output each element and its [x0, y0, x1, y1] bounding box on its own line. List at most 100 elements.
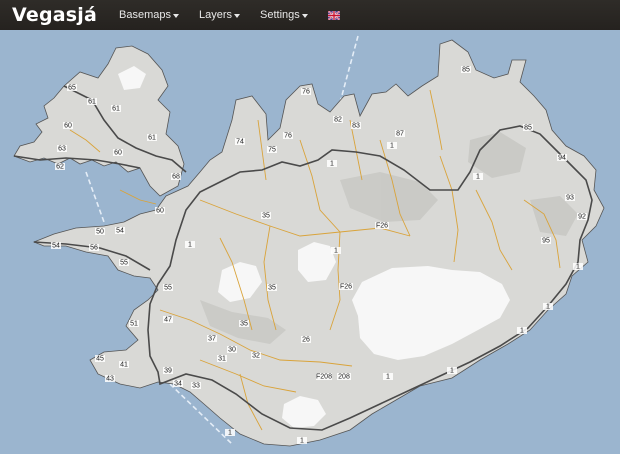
road-label-text: 33: [192, 383, 200, 390]
road-label: 31: [217, 355, 227, 363]
road-label: 60: [155, 207, 165, 215]
road-label-text: 1: [228, 430, 232, 437]
road-label-text: 63: [58, 146, 66, 153]
road-label: 68: [171, 173, 181, 181]
road-label-text: 31: [218, 356, 226, 363]
road-label: 1: [185, 241, 195, 249]
road-label-text: 32: [252, 353, 260, 360]
road-label-text: 82: [334, 117, 342, 124]
road-label: 82: [333, 116, 343, 124]
road-label: 1: [297, 437, 307, 445]
layers-menu[interactable]: Layers: [199, 9, 241, 21]
road-label: 83: [351, 122, 361, 130]
road-label-text: 95: [542, 238, 550, 245]
road-label-text: 62: [56, 164, 64, 171]
road-label: 35: [267, 284, 277, 292]
road-label-text: F208: [316, 374, 332, 381]
basemaps-menu[interactable]: Basemaps: [119, 9, 180, 21]
road-label: 61: [87, 98, 97, 106]
road-label: 55: [119, 259, 129, 267]
road-label: 45: [95, 355, 105, 363]
road-label-text: 35: [262, 213, 270, 220]
road-label: 35: [261, 212, 271, 220]
map-canvas[interactable]: 65 61 61 61 63 62 60 68 60 60 54 56 50 5…: [0, 30, 620, 454]
road-label-text: 74: [236, 139, 244, 146]
road-label: 35: [239, 320, 249, 328]
road-label-text: 1: [520, 328, 524, 335]
road-label: 39: [163, 367, 173, 375]
basemaps-menu-label: Basemaps: [119, 9, 172, 21]
road-label-text: 60: [114, 150, 122, 157]
road-label: 37: [207, 335, 217, 343]
road-label: 1: [331, 247, 341, 255]
road-label-text: 75: [268, 147, 276, 154]
settings-menu[interactable]: Settings: [260, 9, 308, 21]
road-label-text: 55: [120, 260, 128, 267]
road-label-text: 37: [208, 336, 216, 343]
road-label-text: 1: [390, 143, 394, 150]
road-label: 85: [461, 66, 471, 74]
road-label-text: 39: [164, 368, 172, 375]
road-label-text: F26: [340, 284, 352, 291]
road-label-text: 56: [90, 245, 98, 252]
map-view[interactable]: 65 61 61 61 63 62 60 68 60 60 54 56 50 5…: [0, 30, 620, 454]
road-label: 1: [225, 429, 235, 437]
road-label-text: 34: [174, 381, 182, 388]
road-label: 1: [387, 142, 397, 150]
road-label: 1: [573, 263, 583, 271]
road-label-text: 35: [240, 321, 248, 328]
union-jack-flag-icon[interactable]: [327, 10, 340, 20]
app-title[interactable]: Vegasjá: [12, 4, 97, 26]
road-label-text: 26: [302, 337, 310, 344]
settings-menu-label: Settings: [260, 9, 300, 21]
road-label-text: 1: [450, 368, 454, 375]
road-label-text: 85: [462, 67, 470, 74]
road-label: 30: [227, 346, 237, 354]
road-label: 76: [283, 132, 293, 140]
road-label: 208: [337, 373, 351, 381]
road-label: 76: [301, 88, 311, 96]
road-label-text: 65: [68, 85, 76, 92]
road-label-text: 61: [112, 106, 120, 113]
road-label: 60: [63, 122, 73, 130]
road-label: 1: [473, 173, 483, 181]
layers-menu-label: Layers: [199, 9, 233, 21]
top-navbar: Vegasjá Basemaps Layers Settings: [0, 0, 620, 31]
road-label-text: 83: [352, 123, 360, 130]
road-label-text: 55: [164, 285, 172, 292]
road-label-text: 47: [164, 317, 172, 324]
road-label-text: 60: [156, 208, 164, 215]
road-label-text: 45: [96, 356, 104, 363]
road-label: 60: [113, 149, 123, 157]
road-label-text: 1: [330, 161, 334, 168]
road-label: 1: [517, 327, 527, 335]
road-label-text: 35: [268, 285, 276, 292]
road-label: 85: [523, 124, 533, 132]
road-label: 61: [147, 134, 157, 142]
road-label-text: 68: [172, 174, 180, 181]
road-label-text: 93: [566, 195, 574, 202]
road-label: 43: [105, 375, 115, 383]
caret-down-icon: [301, 13, 308, 18]
road-label: F26: [339, 283, 353, 291]
road-label: 93: [565, 194, 575, 202]
road-label: 74: [235, 138, 245, 146]
road-label-text: 1: [476, 174, 480, 181]
road-label: 54: [51, 242, 61, 250]
road-label: 33: [191, 382, 201, 390]
road-label-text: F26: [376, 223, 388, 230]
road-label: 32: [251, 352, 261, 360]
road-label: 62: [55, 163, 65, 171]
road-label: 95: [541, 237, 551, 245]
caret-down-icon: [234, 13, 241, 18]
road-label: 41: [119, 361, 129, 369]
road-label-text: 94: [558, 155, 566, 162]
road-label-text: 1: [334, 248, 338, 255]
road-label: 87: [395, 130, 405, 138]
road-label-text: 1: [576, 264, 580, 271]
road-label: 51: [129, 320, 139, 328]
road-label-text: 1: [300, 438, 304, 445]
road-label: F208: [316, 373, 332, 381]
road-label: 47: [163, 316, 173, 324]
road-label: F26: [375, 222, 389, 230]
